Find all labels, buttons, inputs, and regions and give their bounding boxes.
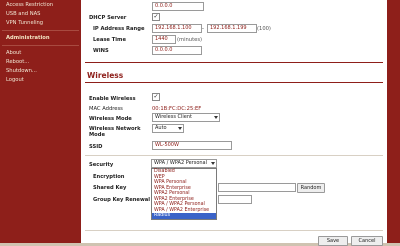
sidebar-item-vpn[interactable]: VPN Tunneling xyxy=(6,20,43,26)
sidebar-item-about[interactable]: About xyxy=(6,50,21,56)
chevron-down-icon xyxy=(178,127,182,130)
lease-time-label: Lease Time xyxy=(93,37,126,43)
sidebar: Access Restriction USB and NAS VPN Tunne… xyxy=(0,0,81,243)
ip-range-end-field[interactable]: 192.168.1.199 xyxy=(207,24,257,33)
section-divider xyxy=(85,155,383,156)
cancel-button[interactable]: Cancel xyxy=(351,236,383,246)
mac-address-value: 00:1B:FC:DC:25:EF xyxy=(152,106,202,112)
ip-range-dash: - xyxy=(202,26,204,32)
wireless-mode-select[interactable]: Wireless Client xyxy=(152,113,220,122)
wireless-mode-label: Wireless Mode xyxy=(89,116,132,122)
ip-range-label: IP Address Range xyxy=(93,26,145,32)
ip-range-start-field[interactable]: 192.168.1.100 xyxy=(152,24,202,33)
wireless-section-title: Wireless xyxy=(87,71,124,80)
wins-field[interactable]: 0.0.0.0 xyxy=(152,46,202,55)
encryption-label: Encryption xyxy=(93,174,125,180)
ssid-label: SSID xyxy=(89,144,103,150)
security-label: Security xyxy=(89,162,114,168)
gateway-field[interactable]: 0.0.0.0 xyxy=(152,2,204,11)
security-options-list[interactable]: Disabled WEP WPA Personal WPA Enterprise… xyxy=(151,168,217,220)
security-value: WPA / WPA2 Personal xyxy=(154,160,208,166)
lease-time-unit: (minutes) xyxy=(177,37,203,43)
ip-range-count: (100) xyxy=(257,26,271,32)
sidebar-item-shutdown[interactable]: Shutdown... xyxy=(6,68,37,74)
enable-wireless-checkbox[interactable]: ✓ xyxy=(152,93,160,101)
chevron-down-icon xyxy=(214,116,218,119)
chevron-down-icon xyxy=(211,162,215,165)
footer-divider xyxy=(85,230,383,231)
sidebar-item-reboot[interactable]: Reboot... xyxy=(6,59,29,65)
group-key-renewal-label: Group Key Renewal xyxy=(93,197,151,203)
random-button[interactable]: Random xyxy=(297,183,325,193)
wins-label: WINS xyxy=(93,48,109,54)
ssid-field[interactable]: WL-500W xyxy=(152,141,232,150)
group-key-renewal-field[interactable] xyxy=(218,195,252,204)
wireless-mode-value: Wireless Client xyxy=(155,114,192,120)
security-select[interactable]: WPA / WPA2 Personal xyxy=(151,159,217,168)
enable-wireless-label: Enable Wireless xyxy=(89,96,136,102)
lease-time-field[interactable]: 1440 xyxy=(152,35,176,44)
security-option-selected[interactable]: Radius xyxy=(152,213,216,219)
shared-key-field[interactable] xyxy=(218,183,296,192)
sidebar-item-logout[interactable]: Logout xyxy=(6,77,24,83)
sidebar-item-administration[interactable]: Administration xyxy=(6,35,50,41)
network-mode-value: Auto xyxy=(155,125,167,131)
shared-key-label: Shared Key xyxy=(93,185,127,191)
section-divider xyxy=(85,62,383,63)
save-button[interactable]: Save xyxy=(318,236,348,246)
network-mode-label-2: Mode xyxy=(89,132,105,138)
mac-address-label: MAC Address xyxy=(89,106,123,112)
network-mode-select[interactable]: Auto xyxy=(152,124,184,133)
sidebar-divider xyxy=(2,45,79,46)
section-divider xyxy=(85,82,383,83)
dhcp-server-label: DHCP Server xyxy=(89,15,127,21)
sidebar-item-access-restriction[interactable]: Access Restriction xyxy=(6,2,53,8)
sidebar-divider xyxy=(2,30,79,31)
dhcp-server-checkbox[interactable]: ✓ xyxy=(152,13,160,21)
panel-border xyxy=(387,0,400,243)
sidebar-item-usb-nas[interactable]: USB and NAS xyxy=(6,11,40,17)
